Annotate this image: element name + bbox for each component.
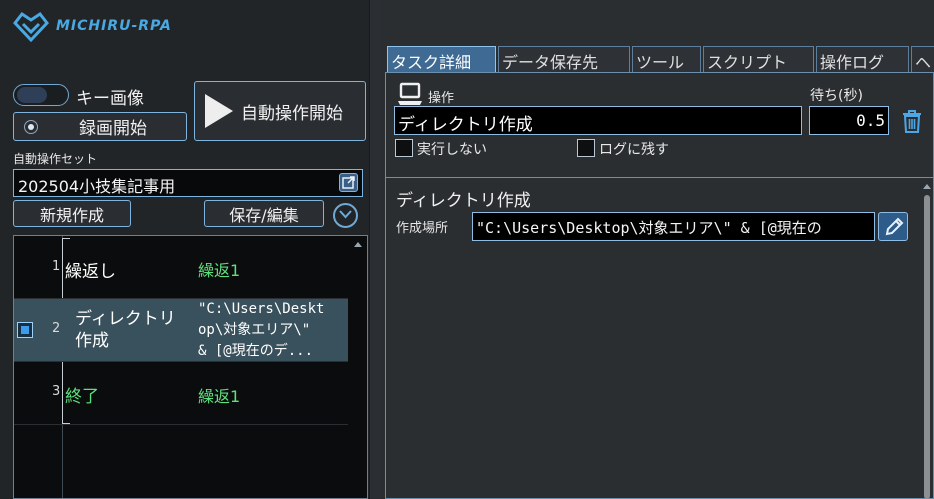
keep-log-label: ログに残す bbox=[599, 142, 669, 158]
task-name-line: ディレクトリ bbox=[75, 309, 176, 329]
auto-start-label: 自動操作開始 bbox=[241, 103, 343, 124]
task-number: 3 bbox=[52, 384, 61, 399]
key-image-toggle[interactable] bbox=[13, 84, 69, 106]
laptop-icon bbox=[398, 82, 422, 105]
panel-splitter[interactable] bbox=[369, 0, 381, 499]
task-detail: 繰返1 bbox=[198, 261, 241, 280]
create-path-label: 作成場所 bbox=[396, 221, 449, 236]
task-row-selected[interactable]: 2 ディレクトリ 作成 "C:\Users\Deskt op\対象エリア\" &… bbox=[14, 299, 348, 362]
auto-start-button[interactable]: 自動操作開始 bbox=[194, 81, 366, 141]
save-edit-button[interactable]: 保存/編集 bbox=[204, 200, 324, 227]
edit-path-button[interactable] bbox=[878, 212, 908, 241]
operation-set-label: 自動操作セット bbox=[13, 152, 98, 166]
scroll-up-icon[interactable] bbox=[923, 184, 931, 189]
toggle-knob bbox=[17, 87, 47, 103]
task-name: ディレクトリ 作成 bbox=[75, 308, 176, 352]
left-panel: MICHIRU-RPA キー画像 録画開始 自動操作開始 自動操作セット 202… bbox=[0, 0, 369, 499]
chevron-down-icon bbox=[339, 210, 352, 219]
task-detail-panel: 操作 ディレクトリ作成 待ち(秒) 0.5 実行しない ログに残す ディレクトリ… bbox=[385, 72, 934, 499]
tab-operation-log[interactable]: 操作ログ bbox=[816, 46, 909, 72]
tab-task-detail[interactable]: タスク詳細 bbox=[387, 46, 496, 72]
task-detail-line: op\対象エリア\" bbox=[198, 322, 311, 338]
task-name: 繰返し bbox=[65, 262, 116, 282]
task-detail-line: & [@現在のデ... bbox=[198, 343, 314, 359]
open-external-icon bbox=[342, 176, 355, 189]
detail-scrollbar[interactable] bbox=[921, 181, 933, 499]
no-execute-checkbox[interactable] bbox=[395, 139, 413, 157]
expand-button[interactable] bbox=[333, 203, 358, 228]
task-detail: "C:\Users\Deskt op\対象エリア\" & [@現在のデ... bbox=[198, 299, 348, 362]
task-detail-line: "C:\Users\Deskt bbox=[198, 301, 325, 317]
keep-log-checkbox[interactable] bbox=[577, 139, 595, 157]
task-name: 終了 bbox=[65, 387, 99, 407]
no-execute-label: 実行しない bbox=[417, 142, 487, 158]
record-radio-icon bbox=[24, 120, 38, 134]
new-create-button[interactable]: 新規作成 bbox=[13, 200, 131, 227]
trash-icon[interactable] bbox=[900, 108, 924, 134]
pencil-icon bbox=[885, 217, 904, 236]
operation-field[interactable]: ディレクトリ作成 bbox=[394, 106, 802, 135]
scroll-up-icon[interactable] bbox=[354, 242, 362, 247]
create-path-field[interactable]: "C:\Users\Desktop\対象エリア\" & [@現在の bbox=[472, 212, 875, 241]
scroll-thumb[interactable] bbox=[924, 195, 930, 499]
task-number: 1 bbox=[52, 259, 61, 274]
task-name-line: 作成 bbox=[75, 331, 109, 351]
section-divider bbox=[386, 177, 933, 178]
tab-tools[interactable]: ツール bbox=[632, 46, 701, 72]
tab-script[interactable]: スクリプト bbox=[703, 46, 814, 72]
tab-data-destination[interactable]: データ保存先 bbox=[498, 46, 630, 72]
selection-checkbox[interactable] bbox=[17, 322, 33, 338]
record-start-label: 録画開始 bbox=[79, 119, 147, 139]
operation-set-field[interactable]: 202504小技集記事用 bbox=[13, 169, 363, 197]
open-external-button[interactable] bbox=[339, 173, 358, 192]
operation-label: 操作 bbox=[428, 91, 455, 106]
task-row[interactable]: 1 繰返し 繰返1 bbox=[14, 236, 348, 299]
task-row[interactable]: 3 終了 繰返1 bbox=[14, 362, 348, 425]
tab-bar: タスク詳細 データ保存先 ツール スクリプト 操作ログ ヘ bbox=[387, 46, 934, 72]
wait-seconds-field[interactable]: 0.5 bbox=[809, 106, 889, 135]
task-list[interactable]: 1 繰返し 繰返1 2 ディレクトリ 作成 "C:\Users\Deskt op… bbox=[13, 235, 368, 499]
tab-help[interactable]: ヘ bbox=[911, 46, 934, 72]
app-logo: MICHIRU-RPA bbox=[12, 10, 182, 42]
heart-diamond-logo-icon bbox=[13, 11, 49, 42]
record-start-button[interactable]: 録画開始 bbox=[13, 112, 187, 141]
task-detail: 繰返1 bbox=[198, 387, 241, 406]
play-icon bbox=[205, 94, 233, 128]
app-name: MICHIRU-RPA bbox=[56, 18, 172, 34]
right-panel: タスク詳細 データ保存先 ツール スクリプト 操作ログ ヘ 操作 ディレクトリ作… bbox=[381, 0, 934, 499]
task-number: 2 bbox=[52, 321, 61, 336]
section-title: ディレクトリ作成 bbox=[396, 191, 531, 211]
wait-seconds-label: 待ち(秒) bbox=[810, 88, 863, 104]
key-image-label: キー画像 bbox=[76, 89, 144, 109]
task-list-scrollbar[interactable] bbox=[352, 238, 365, 496]
